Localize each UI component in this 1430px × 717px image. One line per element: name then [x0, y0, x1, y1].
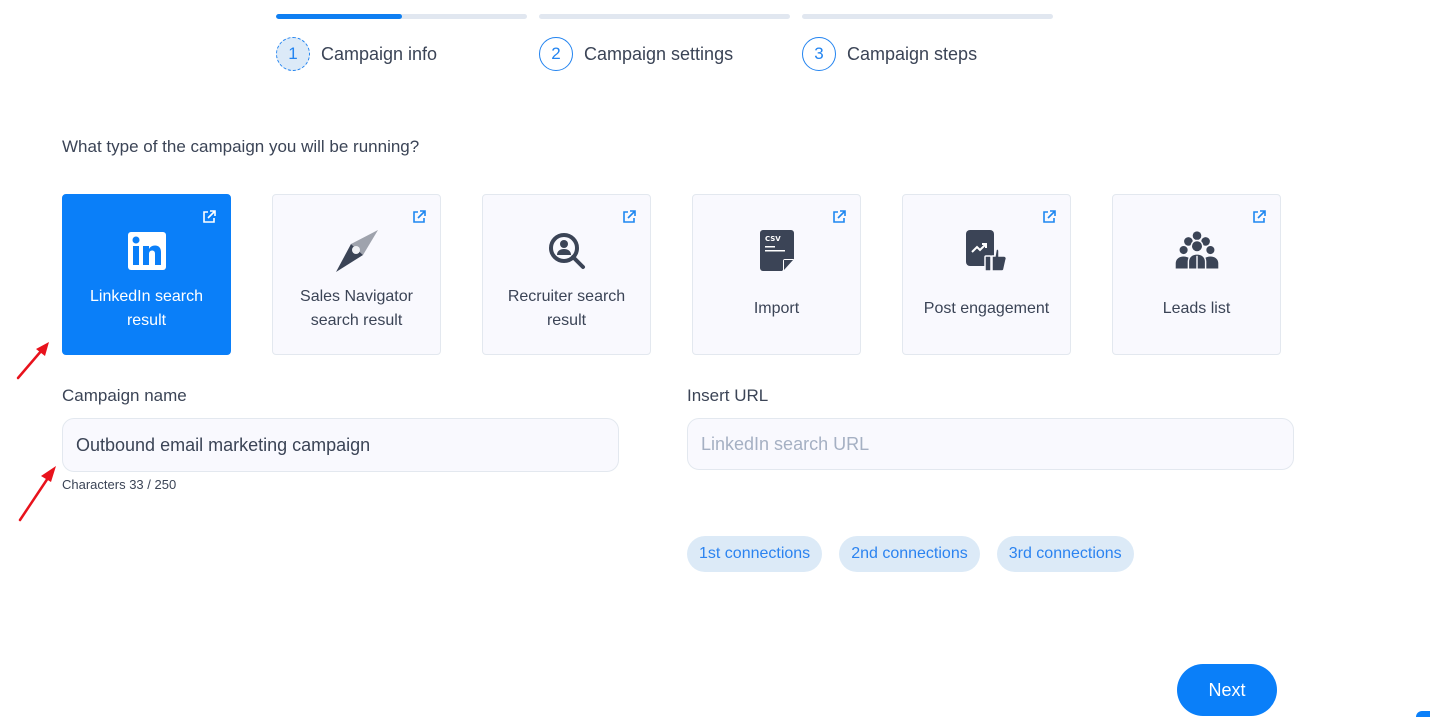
external-link-icon[interactable] [832, 210, 846, 224]
compass-icon [335, 229, 379, 273]
card-leads-list[interactable]: Leads list [1112, 194, 1281, 355]
card-sales-navigator[interactable]: Sales Navigator search result [272, 194, 441, 355]
stepper: 1 Campaign info 2 Campaign settings 3 Ca… [276, 14, 1053, 71]
group-icon [1174, 229, 1219, 273]
campaign-name-input[interactable] [62, 418, 619, 472]
next-button[interactable]: Next [1177, 664, 1277, 716]
step-number: 3 [802, 37, 836, 71]
insert-url-label: Insert URL [687, 386, 769, 405]
card-label: Recruiter search result [507, 288, 626, 329]
step-number: 1 [276, 37, 310, 71]
linkedin-url-input[interactable] [687, 418, 1294, 470]
external-link-icon[interactable] [622, 210, 636, 224]
chip-2nd-connections[interactable]: 2nd connections [839, 536, 980, 572]
campaign-type-cards: LinkedIn search result Sales Navigator s… [62, 194, 1281, 355]
annotation-arrow [18, 466, 56, 522]
external-link-icon[interactable] [1042, 210, 1056, 224]
csv-file-icon: CSV [755, 229, 799, 273]
annotation-arrow [16, 342, 49, 380]
card-import[interactable]: CSV Import [692, 194, 861, 355]
card-post-engagement[interactable]: Post engagement [902, 194, 1071, 355]
card-label: Sales Navigator search result [300, 288, 413, 329]
post-like-icon [965, 229, 1009, 273]
card-label: Leads list [1162, 300, 1231, 317]
step-progress-bar [802, 14, 1053, 19]
external-link-icon[interactable] [1252, 210, 1266, 224]
step-campaign-settings[interactable]: 2 Campaign settings [539, 14, 790, 71]
step-progress-bar [276, 14, 527, 19]
campaign-name-label: Campaign name [62, 386, 187, 405]
step-progress-fill [276, 14, 402, 19]
external-link-icon[interactable] [202, 210, 216, 224]
chip-1st-connections[interactable]: 1st connections [687, 536, 823, 572]
step-label: Campaign info [321, 43, 438, 64]
card-linkedin-search[interactable]: LinkedIn search result [62, 194, 231, 355]
step-label: Campaign settings [584, 43, 734, 64]
card-label: LinkedIn search result [90, 288, 203, 329]
step-label: Campaign steps [847, 43, 978, 64]
svg-text:CSV: CSV [765, 235, 781, 243]
chat-widget-edge[interactable] [1416, 711, 1430, 717]
campaign-type-question: What type of the campaign you will be ru… [62, 137, 420, 156]
card-label: Post engagement [923, 300, 1050, 317]
step-campaign-info[interactable]: 1 Campaign info [276, 14, 527, 71]
step-progress-bar [539, 14, 790, 19]
person-search-icon [545, 229, 589, 273]
chip-3rd-connections[interactable]: 3rd connections [996, 536, 1134, 572]
card-recruiter-search[interactable]: Recruiter search result [482, 194, 651, 355]
external-link-icon[interactable] [412, 210, 426, 224]
connection-filters: 1st connections 2nd connections 3rd conn… [687, 536, 1134, 572]
step-number: 2 [539, 37, 573, 71]
character-count: Characters 33 / 250 [62, 477, 177, 492]
linkedin-icon [125, 229, 169, 273]
step-campaign-steps[interactable]: 3 Campaign steps [802, 14, 1053, 71]
card-label: Import [753, 300, 800, 317]
